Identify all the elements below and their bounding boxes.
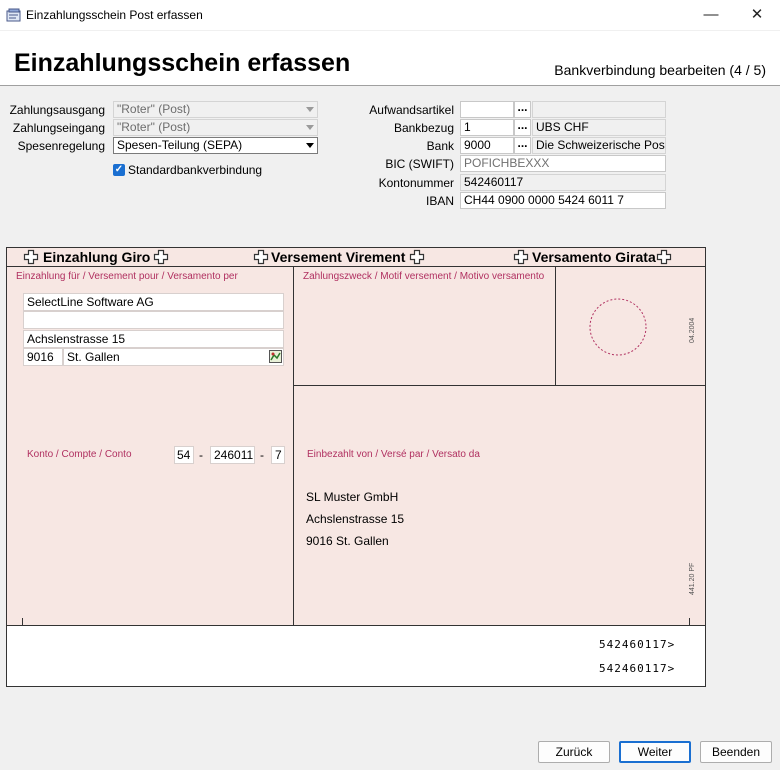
aufwandsartikel-lookup-button[interactable]: ... <box>514 101 531 118</box>
slip-title-it: Versamento Girata <box>532 249 656 265</box>
aufwandsartikel-input[interactable] <box>460 101 514 118</box>
spesenregelung-select[interactable]: Spesen-Teilung (SEPA) <box>113 137 318 154</box>
zahlungsausgang-select[interactable]: "Roter" (Post) <box>113 101 318 118</box>
konto-separator: - <box>260 448 264 462</box>
slip-title-de: Einzahlung Giro <box>43 249 151 265</box>
payment-slip: Einzahlung Giro Versement Virement Versa… <box>6 247 706 687</box>
purpose-label: Zahlungszweck / Motif versement / Motivo… <box>303 271 545 282</box>
recipient-label: Einzahlung für / Versement pour / Versam… <box>16 271 238 282</box>
coding-line-2: 542460117> <box>599 662 676 675</box>
app-icon <box>6 8 21 22</box>
payer-street: Achslenstrasse 15 <box>306 512 405 526</box>
recipient-line2-input[interactable] <box>23 311 284 329</box>
aufwandsartikel-description <box>532 101 666 118</box>
map-lookup-icon[interactable] <box>269 350 282 363</box>
slip-divider <box>293 385 705 386</box>
tick-mark <box>22 618 23 626</box>
zahlungsausgang-value: "Roter" (Post) <box>117 102 191 116</box>
swiss-cross-icon <box>153 249 169 265</box>
bank-lookup-button[interactable]: ... <box>514 137 531 154</box>
zahlungseingang-value: "Roter" (Post) <box>117 120 191 134</box>
chevron-down-icon <box>306 107 314 112</box>
bankbezug-input[interactable]: 1 <box>460 119 514 136</box>
konto-prefix-input[interactable]: 54 <box>174 446 194 464</box>
wizard-step: Bankverbindung bearbeiten (4 / 5) <box>554 62 766 78</box>
konto-separator: - <box>199 448 203 462</box>
zahlungsausgang-label: Zahlungsausgang <box>9 103 105 117</box>
slip-title-fr: Versement Virement <box>271 249 406 265</box>
slip-divider <box>555 267 556 385</box>
bic-input[interactable]: POFICHBEXXX <box>460 155 666 172</box>
swiss-cross-icon <box>23 249 39 265</box>
page-title: Einzahlungsschein erfassen <box>14 49 351 77</box>
bank-input[interactable]: 9000 <box>460 137 514 154</box>
swiss-cross-icon <box>656 249 672 265</box>
iban-input[interactable]: CH44 0900 0000 5424 6011 7 <box>460 192 666 209</box>
payer-name: SL Muster GmbH <box>306 490 399 504</box>
spesenregelung-value: Spesen-Teilung (SEPA) <box>117 138 243 152</box>
bank-description: Die Schweizerische Post <box>532 137 666 154</box>
recipient-name-input[interactable]: SelectLine Software AG <box>23 293 284 311</box>
zahlungseingang-select[interactable]: "Roter" (Post) <box>113 119 318 136</box>
swiss-cross-icon <box>513 249 529 265</box>
recipient-zip-input[interactable]: 9016 <box>23 348 63 366</box>
chevron-down-icon <box>306 143 314 148</box>
next-button[interactable]: Weiter <box>619 741 691 763</box>
coding-line-1: 542460117> <box>599 638 676 651</box>
zahlungseingang-label: Zahlungseingang <box>12 121 105 135</box>
bankbezug-lookup-button[interactable]: ... <box>514 119 531 136</box>
bankbezug-label: Bankbezug <box>393 121 454 135</box>
form-edition-code: 04.2004 <box>689 317 696 343</box>
slip-header: Einzahlung Giro Versement Virement Versa… <box>7 248 705 267</box>
payer-city: 9016 St. Gallen <box>306 534 389 548</box>
tick-mark <box>689 618 690 626</box>
close-button[interactable]: ✕ <box>734 0 780 30</box>
kontonummer-field: 542460117 <box>460 174 666 191</box>
window-title: Einzahlungsschein Post erfassen <box>26 8 203 22</box>
minimize-button[interactable]: — <box>688 0 734 30</box>
coding-line-area: 542460117> 542460117> <box>7 618 705 686</box>
bic-label: BIC (SWIFT) <box>385 157 454 171</box>
recipient-city-input[interactable]: St. Gallen <box>63 348 284 366</box>
slip-divider <box>293 267 294 625</box>
standardbank-checkbox[interactable]: ✓ <box>113 164 125 176</box>
title-bar: Einzahlungsschein Post erfassen — ✕ <box>0 0 780 30</box>
konto-label: Konto / Compte / Conto <box>27 449 132 460</box>
back-button[interactable]: Zurück <box>538 741 610 763</box>
spesenregelung-label: Spesenregelung <box>17 139 105 153</box>
kontonummer-label: Kontonummer <box>378 176 454 190</box>
page-header: Einzahlungsschein erfassen Bankverbindun… <box>0 31 780 86</box>
form-number: 441.20 PF <box>689 562 696 595</box>
konto-main-input[interactable]: 246011 <box>210 446 255 464</box>
recipient-street-input[interactable]: Achslenstrasse 15 <box>23 330 284 348</box>
konto-check-input[interactable]: 7 <box>271 446 285 464</box>
stamp-area <box>589 298 647 356</box>
tick-mark <box>293 618 294 626</box>
standardbank-label: Standardbankverbindung <box>128 163 263 177</box>
bank-label: Bank <box>426 139 454 153</box>
chevron-down-icon <box>306 125 314 130</box>
finish-button[interactable]: Beenden <box>700 741 772 763</box>
swiss-cross-icon <box>253 249 269 265</box>
iban-label: IBAN <box>425 194 454 208</box>
bankbezug-description: UBS CHF <box>532 119 666 136</box>
payer-label: Einbezahlt von / Versé par / Versato da <box>307 449 480 460</box>
aufwandsartikel-label: Aufwandsartikel <box>369 103 454 117</box>
swiss-cross-icon <box>409 249 425 265</box>
